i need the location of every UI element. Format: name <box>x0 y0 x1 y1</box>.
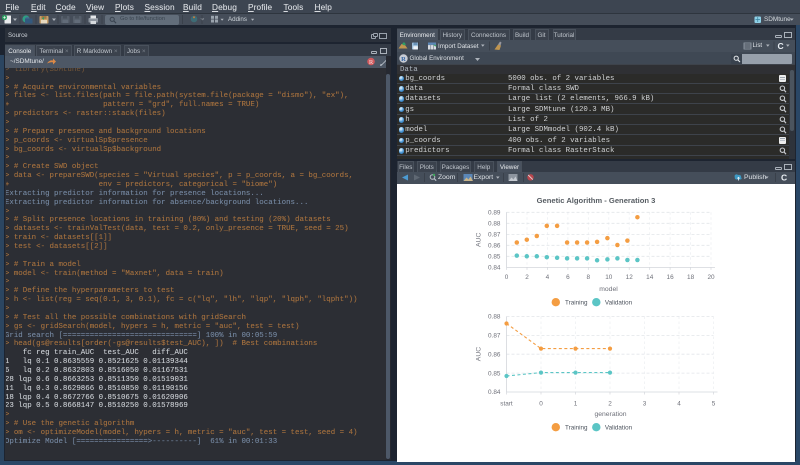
svg-text:Validation: Validation <box>604 424 632 431</box>
svg-text:2: 2 <box>525 274 529 281</box>
svg-text:2: 2 <box>608 400 612 407</box>
svg-text:Training: Training <box>565 424 588 431</box>
svg-text:generation: generation <box>594 411 626 418</box>
svg-text:0.88: 0.88 <box>488 220 501 227</box>
svg-text:AUC: AUC <box>475 346 482 360</box>
svg-text:Genetic Algorithm - Generation: Genetic Algorithm - Generation 3 <box>536 196 655 205</box>
svg-text:4: 4 <box>677 400 681 407</box>
svg-text:0.84: 0.84 <box>488 264 501 271</box>
svg-text:start: start <box>500 400 513 407</box>
svg-text:0.85: 0.85 <box>488 253 501 260</box>
svg-text:0: 0 <box>504 274 508 281</box>
svg-text:4: 4 <box>545 274 549 281</box>
svg-text:5: 5 <box>711 400 715 407</box>
svg-text:0.88: 0.88 <box>488 313 501 320</box>
svg-text:model: model <box>599 286 618 293</box>
svg-text:Training: Training <box>565 299 588 306</box>
svg-text:20: 20 <box>707 274 715 281</box>
svg-text:3: 3 <box>642 400 646 407</box>
svg-text:0.87: 0.87 <box>488 231 501 238</box>
svg-text:0.86: 0.86 <box>488 351 501 358</box>
svg-text:R: R <box>401 56 406 63</box>
svg-text:0.87: 0.87 <box>488 332 501 339</box>
svg-text:AUC: AUC <box>475 232 482 246</box>
svg-text:0.86: 0.86 <box>488 242 501 249</box>
svg-text:6: 6 <box>566 274 570 281</box>
svg-text:C: C <box>777 40 783 50</box>
svg-text:C: C <box>781 173 787 183</box>
svg-text:R: R <box>369 59 374 66</box>
svg-text:10: 10 <box>605 274 613 281</box>
svg-text:14: 14 <box>646 274 654 281</box>
svg-text:0.84: 0.84 <box>488 389 501 396</box>
svg-text:Validation: Validation <box>604 299 632 306</box>
svg-text:1: 1 <box>573 400 577 407</box>
svg-text:12: 12 <box>625 274 633 281</box>
svg-text:8: 8 <box>586 274 590 281</box>
svg-text:0.89: 0.89 <box>488 209 501 216</box>
svg-text:0: 0 <box>539 400 543 407</box>
svg-text:18: 18 <box>687 274 695 281</box>
svg-text:16: 16 <box>666 274 674 281</box>
svg-text:0.85: 0.85 <box>488 370 501 377</box>
